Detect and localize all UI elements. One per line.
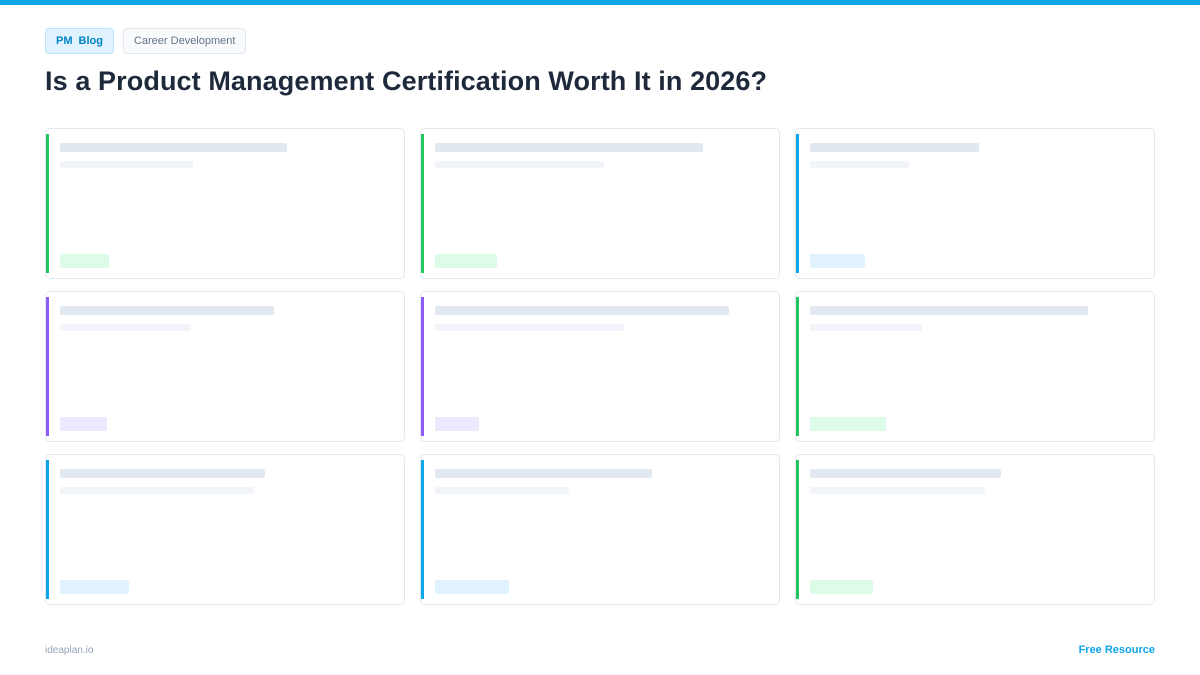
subtitle-placeholder [810,161,909,168]
tag-placeholder [810,580,873,594]
blog-tag[interactable]: PM Blog [45,28,114,54]
tag-placeholder [60,580,129,594]
site-url: ideaplan.io [45,645,94,656]
skeleton-card[interactable] [420,128,780,279]
subtitle-placeholder [810,324,922,331]
title-placeholder [435,469,652,478]
skeleton-card[interactable] [420,454,780,605]
subtitle-placeholder [435,487,569,494]
card-accent-bar [796,297,799,436]
card-accent-bar [796,460,799,599]
tag-row: PM Blog Career Development [45,28,247,54]
subtitle-placeholder [60,324,191,331]
tag-placeholder [60,254,109,268]
tag-placeholder [435,580,509,594]
card-accent-bar [421,134,424,273]
tag-placeholder [60,417,107,431]
skeleton-card[interactable] [795,128,1155,279]
subtitle-placeholder [435,324,624,331]
subtitle-placeholder [810,487,985,494]
card-accent-bar [421,297,424,436]
title-placeholder [60,143,287,152]
title-placeholder [810,143,979,152]
free-resource-label[interactable]: Free Resource [1079,644,1155,656]
tag-placeholder [810,254,865,268]
card-accent-bar [421,460,424,599]
top-accent-bar [0,0,1200,5]
skeleton-card[interactable] [795,291,1155,442]
title-placeholder [435,143,703,152]
title-placeholder [810,306,1088,315]
title-placeholder [810,469,1001,478]
category-tag[interactable]: Career Development [122,28,247,54]
title-placeholder [435,306,729,315]
title-placeholder [60,306,274,315]
tag-placeholder [810,417,886,431]
subtitle-placeholder [60,487,254,494]
tag-placeholder [435,254,497,268]
skeleton-card[interactable] [45,454,405,605]
tag-placeholder [435,417,479,431]
subtitle-placeholder [435,161,604,168]
card-accent-bar [796,134,799,273]
skeleton-card[interactable] [45,128,405,279]
blog-tag-prefix: PM [56,35,73,47]
card-accent-bar [46,297,49,436]
skeleton-card[interactable] [420,291,780,442]
card-accent-bar [46,460,49,599]
skeleton-card[interactable] [45,291,405,442]
title-placeholder [60,469,265,478]
card-grid [45,128,1155,605]
page-title: Is a Product Management Certification Wo… [45,66,768,96]
card-accent-bar [46,134,49,273]
blog-tag-label: Blog [78,35,103,47]
skeleton-card[interactable] [795,454,1155,605]
subtitle-placeholder [60,161,193,168]
